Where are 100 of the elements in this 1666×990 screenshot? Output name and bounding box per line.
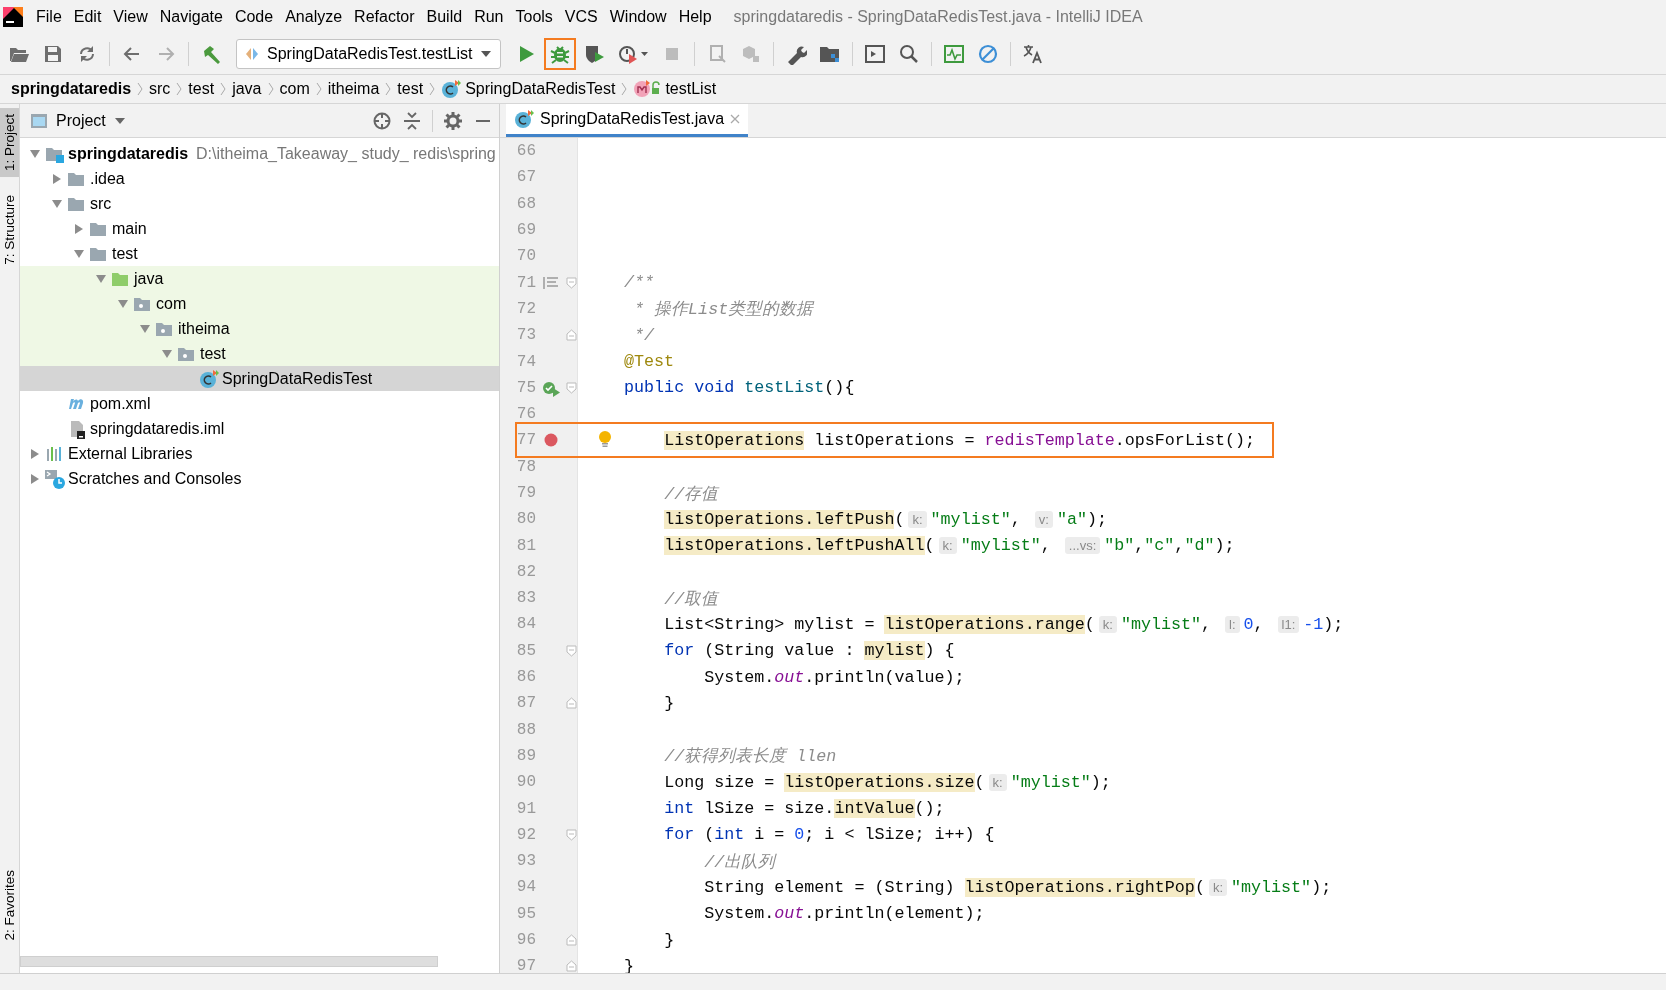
line-number: 83 <box>515 589 536 608</box>
tool-window-tab[interactable]: 2: Favorites <box>0 864 19 947</box>
tree-item-label: springdataredis <box>68 144 189 163</box>
expanded-arrow-icon[interactable] <box>161 348 173 359</box>
tree-item[interactable]: test <box>20 241 499 266</box>
tree-item[interactable]: src <box>20 191 499 216</box>
tree-item[interactable]: springdataredis D:\itheima_Takeaway_ study_ redis\spring <box>20 141 499 166</box>
line-number: 74 <box>515 352 536 371</box>
documentation-icon[interactable] <box>543 275 559 290</box>
tree-item[interactable]: Scratches and Consoles <box>20 466 499 491</box>
menu-item[interactable]: Refactor <box>348 5 421 29</box>
breadcrumb-item[interactable]: SpringDataRedisTest <box>436 79 621 99</box>
line-number: 66 <box>515 142 536 161</box>
collapsed-arrow-icon[interactable] <box>30 472 40 485</box>
breadcrumb-item[interactable]: testList <box>628 79 722 99</box>
line-number: 87 <box>515 694 536 713</box>
caret-icon <box>113 116 126 125</box>
menu-item[interactable]: Navigate <box>153 5 229 29</box>
tree-item[interactable]: main <box>20 216 499 241</box>
unfold-icon[interactable] <box>565 934 577 947</box>
fold-icon[interactable] <box>565 381 577 394</box>
menu-item[interactable]: VCS <box>558 5 604 29</box>
expanded-arrow-icon[interactable] <box>29 148 41 159</box>
breakpoint-icon[interactable] <box>543 432 559 449</box>
code-line: System.out.println(value); <box>703 667 965 687</box>
window-title: springdataredis - SpringDataRedisTest.java - IntelliJ IDEA <box>733 8 1143 26</box>
expanded-arrow-icon[interactable] <box>73 248 85 259</box>
menu-item[interactable]: Analyze <box>279 5 349 29</box>
code-line: //获得列表长度 llen <box>663 746 837 768</box>
tree-item[interactable]: pom.xml <box>20 391 499 416</box>
breadcrumb-item[interactable]: test <box>183 80 220 98</box>
menu-item[interactable]: Run <box>468 5 510 29</box>
close-icon[interactable] <box>730 114 741 124</box>
tree-item[interactable]: test <box>20 341 499 366</box>
editor-tab[interactable]: SpringDataRedisTest.java <box>506 104 749 137</box>
code-line: public void testList(){ <box>623 378 855 398</box>
fold-icon[interactable] <box>565 828 577 841</box>
menu-item[interactable]: Help <box>672 5 718 29</box>
breadcrumb-item[interactable]: com <box>274 80 315 98</box>
tool-window-tab[interactable]: 1: Project <box>0 108 19 178</box>
menu-item[interactable]: Tools <box>509 5 559 29</box>
menu-item[interactable]: Code <box>228 5 280 29</box>
breadcrumb-item[interactable]: springdataredis <box>6 80 137 98</box>
tree-item[interactable]: com <box>20 291 499 316</box>
menu-item[interactable]: Build <box>420 5 469 29</box>
breadcrumb-item[interactable]: itheima <box>322 80 385 98</box>
fold-icon[interactable] <box>565 644 577 657</box>
code-line: */ <box>633 325 655 345</box>
tree-item[interactable]: java <box>20 266 499 291</box>
line-number: 72 <box>515 299 536 318</box>
code-line: Long size = listOperations.size( k: "mylist"); <box>663 772 1111 792</box>
menu-item[interactable]: File <box>30 5 68 29</box>
bug-icon[interactable] <box>544 38 577 70</box>
line-number: 78 <box>515 457 536 476</box>
locate-icon[interactable] <box>372 110 392 131</box>
lightbulb-icon[interactable] <box>598 430 612 449</box>
settings-icon[interactable] <box>443 110 463 131</box>
collapsed-arrow-icon[interactable] <box>74 222 84 235</box>
collapsed-arrow-icon[interactable] <box>52 172 62 185</box>
line-number: 68 <box>515 194 536 213</box>
chevron-icon <box>220 82 227 96</box>
expanded-arrow-icon[interactable] <box>95 273 107 284</box>
menu-item[interactable]: View <box>107 5 154 29</box>
breadcrumb-item[interactable]: test <box>392 80 429 98</box>
chevron-icon <box>429 82 436 96</box>
menu-item[interactable]: Window <box>603 5 673 29</box>
project-view-dropdown[interactable]: Project <box>30 111 126 130</box>
horizontal-scrollbar[interactable] <box>20 956 438 967</box>
breadcrumb-item[interactable]: java <box>227 80 267 98</box>
expanded-arrow-icon[interactable] <box>139 323 151 334</box>
tree-item[interactable]: .idea <box>20 166 499 191</box>
chevron-icon <box>315 82 322 96</box>
line-number: 71 <box>515 273 536 292</box>
run-config-dropdown[interactable]: SpringDataRedisTest.testList <box>236 39 502 69</box>
chevron-icon <box>385 82 392 96</box>
code-line: //出队列 <box>703 851 776 873</box>
line-number: 90 <box>515 773 536 792</box>
menu-item[interactable]: Edit <box>67 5 108 29</box>
line-number: 88 <box>515 720 536 739</box>
line-number: 77 <box>515 431 536 450</box>
expanded-arrow-icon[interactable] <box>117 298 129 309</box>
unfold-icon[interactable] <box>565 329 577 342</box>
caret-icon <box>480 50 493 58</box>
unfold-icon[interactable] <box>565 960 577 973</box>
tree-item[interactable]: itheima <box>20 316 499 341</box>
expanded-arrow-icon[interactable] <box>51 198 63 209</box>
line-number: 96 <box>515 931 536 950</box>
unfold-icon[interactable] <box>565 697 577 710</box>
tool-window-tab[interactable]: 7: Structure <box>0 189 19 271</box>
fold-icon[interactable] <box>565 276 577 289</box>
breadcrumb-item[interactable]: src <box>144 80 176 98</box>
tree-item[interactable]: SpringDataRedisTest <box>20 366 499 391</box>
tree-item[interactable]: springdataredis.iml <box>20 416 499 441</box>
code-line: /** <box>623 273 655 293</box>
code-line: for (int i = 0; i < lSize; i++) { <box>663 825 995 845</box>
code-line: System.out.println(element); <box>703 904 985 924</box>
collapsed-arrow-icon[interactable] <box>30 447 40 460</box>
line-number: 91 <box>515 799 536 818</box>
tree-item[interactable]: External Libraries <box>20 441 499 466</box>
collapse-all-icon[interactable] <box>402 110 422 131</box>
